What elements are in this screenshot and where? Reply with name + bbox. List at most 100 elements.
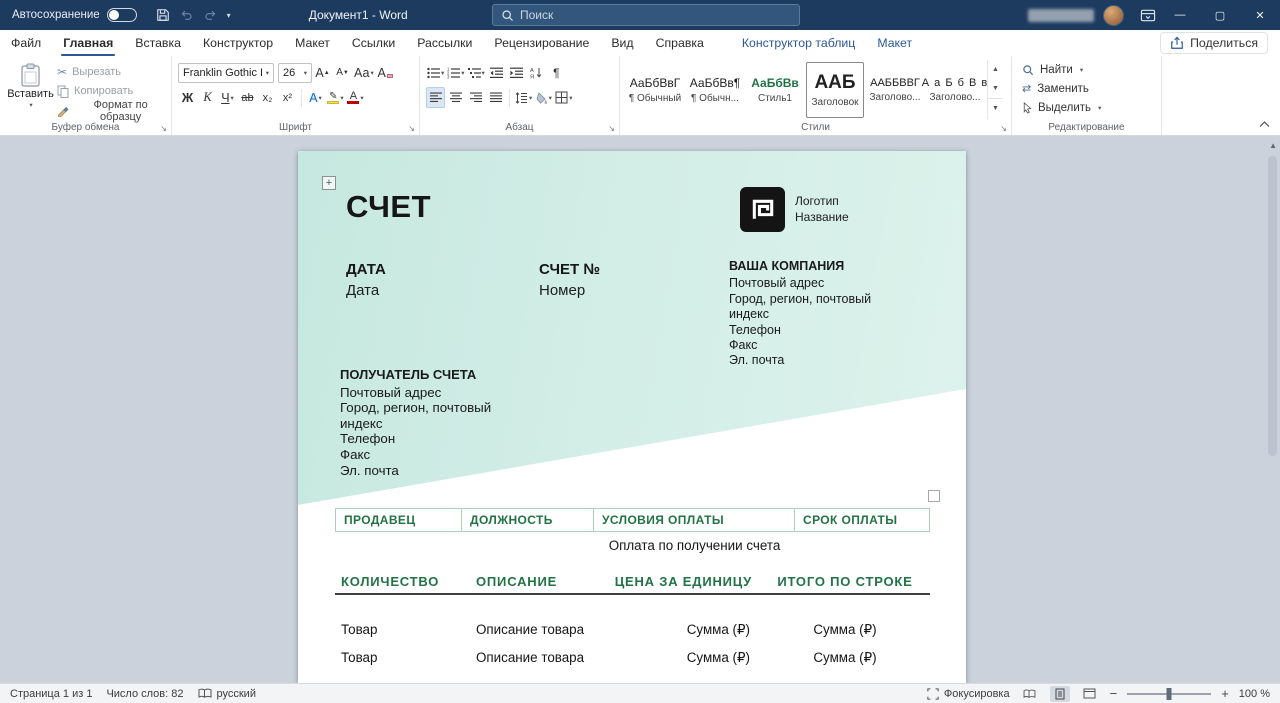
font-color-button[interactable]: А▾ <box>346 87 365 108</box>
styles-more-button[interactable]: ▼ <box>988 98 1003 117</box>
grow-font-button[interactable]: А▲ <box>313 62 332 83</box>
change-case-button[interactable]: Аа▾ <box>353 62 375 83</box>
show-paragraph-marks-button[interactable]: ¶ <box>547 62 566 83</box>
tab-references[interactable]: Ссылки <box>341 30 406 56</box>
collapse-ribbon-button[interactable] <box>1259 117 1270 131</box>
style-card-style1[interactable]: АаБбВв Стиль1 <box>746 62 804 118</box>
italic-button[interactable]: К <box>198 87 217 108</box>
table-move-handle-icon[interactable]: + <box>322 176 336 190</box>
format-painter-button[interactable]: Формат по образцу <box>57 102 167 119</box>
bullet-list-button[interactable]: ▾ <box>426 62 445 83</box>
scrollbar-up-button[interactable]: ▲ <box>1269 141 1277 150</box>
company-line: Факс <box>729 338 907 353</box>
scrollbar-thumb[interactable] <box>1268 156 1277 456</box>
table-resize-handle[interactable] <box>928 490 940 502</box>
styles-scroll-down-button[interactable]: ▼ <box>988 79 1003 98</box>
style-card-heading-3[interactable]: А а Б б В в Заголово... <box>926 62 984 118</box>
align-left-button[interactable] <box>426 87 445 108</box>
tab-help[interactable]: Справка <box>645 30 715 56</box>
maximize-button[interactable]: ▢ <box>1200 0 1240 30</box>
paragraph-dialog-launcher[interactable]: ↘ <box>608 124 615 133</box>
multilevel-list-button[interactable]: ▾ <box>467 62 486 83</box>
tab-review[interactable]: Рецензирование <box>483 30 600 56</box>
zoom-slider-thumb[interactable] <box>1167 688 1172 700</box>
document-canvas[interactable]: + СЧЕТ Логотип Название ДАТА Дата СЧЕТ №… <box>0 136 1280 683</box>
style-card-heading-selected[interactable]: ААБ Заголовок <box>806 62 864 118</box>
find-button[interactable]: Найти▾ <box>1022 60 1083 79</box>
focus-mode-button[interactable]: Фокусировка <box>927 688 1010 700</box>
web-layout-button[interactable] <box>1080 686 1100 702</box>
font-dialog-launcher[interactable]: ↘ <box>408 124 415 133</box>
zoom-slider[interactable] <box>1127 693 1211 695</box>
highlight-button[interactable]: ✎▾ <box>326 87 345 108</box>
increase-indent-button[interactable] <box>507 62 526 83</box>
sort-button[interactable]: АЯ <box>527 62 546 83</box>
minimize-button[interactable]: — <box>1160 0 1200 30</box>
tab-design[interactable]: Конструктор <box>192 30 284 56</box>
decrease-indent-button[interactable] <box>487 62 506 83</box>
justify-button[interactable] <box>486 87 505 108</box>
borders-button[interactable]: ▾ <box>554 87 573 108</box>
shading-button[interactable]: ▾ <box>534 87 553 108</box>
ribbon-display-options-button[interactable] <box>1136 3 1160 27</box>
save-button[interactable] <box>151 3 175 27</box>
replace-button[interactable]: ⇄ Заменить <box>1022 79 1089 98</box>
word-count[interactable]: Число слов: 82 <box>106 688 183 700</box>
zoom-level[interactable]: 100 % <box>1239 688 1270 700</box>
text-effects-button[interactable]: А▾ <box>306 87 325 108</box>
superscript-button[interactable]: x² <box>278 87 297 108</box>
bold-button[interactable]: Ж <box>178 87 197 108</box>
align-center-button[interactable] <box>446 87 465 108</box>
tab-insert[interactable]: Вставка <box>124 30 192 56</box>
clipboard-dialog-launcher[interactable]: ↘ <box>160 124 167 133</box>
autosave-toggle[interactable] <box>107 8 137 22</box>
copy-button[interactable]: Копировать <box>57 83 167 99</box>
select-button[interactable]: Выделить▾ <box>1022 98 1101 117</box>
tab-view[interactable]: Вид <box>600 30 644 56</box>
tab-table-design[interactable]: Конструктор таблиц <box>731 30 866 56</box>
style-card-heading-2[interactable]: ААББВВГ Заголово... <box>866 62 924 118</box>
tab-file[interactable]: Файл <box>0 30 52 56</box>
clear-formatting-button[interactable]: А <box>376 62 395 83</box>
font-name-combobox[interactable]: Franklin Gothic I ▾ <box>178 63 274 83</box>
cut-button[interactable]: ✂ Вырезать <box>57 64 167 80</box>
line-spacing-button[interactable]: ▾ <box>514 87 533 108</box>
align-right-button[interactable] <box>466 87 485 108</box>
font-size-combobox[interactable]: 26 ▾ <box>278 63 312 83</box>
style-card-normal[interactable]: АаБбВвГ ¶ Обычный <box>626 62 684 118</box>
close-button[interactable]: ✕ <box>1240 0 1280 30</box>
billto-line: Факс <box>340 447 518 463</box>
share-button[interactable]: Поделиться <box>1160 32 1268 54</box>
find-label: Найти <box>1040 64 1073 76</box>
proofing-status[interactable]: русский <box>198 688 256 700</box>
billto-line: Город, регион, почтовый индекс <box>340 400 518 431</box>
tab-home[interactable]: Главная <box>52 30 124 56</box>
tab-table-layout[interactable]: Макет <box>866 30 923 56</box>
tab-mailings[interactable]: Рассылки <box>406 30 483 56</box>
numbered-list-button[interactable]: 123▾ <box>446 62 465 83</box>
search-box[interactable] <box>492 4 800 26</box>
shrink-font-button[interactable]: А▼ <box>333 62 352 83</box>
page[interactable]: + СЧЕТ Логотип Название ДАТА Дата СЧЕТ №… <box>298 151 966 683</box>
print-layout-button[interactable] <box>1050 686 1070 702</box>
styles-scroll-up-button[interactable]: ▲ <box>988 60 1003 79</box>
underline-button[interactable]: Ч▾ <box>218 87 237 108</box>
avatar[interactable] <box>1103 5 1124 26</box>
redo-button[interactable] <box>199 3 223 27</box>
read-mode-button[interactable] <box>1020 686 1040 702</box>
subscript-button[interactable]: x₂ <box>258 87 277 108</box>
strikethrough-button[interactable]: ab <box>238 87 257 108</box>
tab-layout[interactable]: Макет <box>284 30 341 56</box>
style-card-normal-2[interactable]: АаБбВв¶ ¶ Обычн... <box>686 62 744 118</box>
replace-icon: ⇄ <box>1022 82 1031 95</box>
page-indicator[interactable]: Страница 1 из 1 <box>10 688 92 700</box>
items-header-description: ОПИСАНИЕ <box>470 571 600 589</box>
styles-dialog-launcher[interactable]: ↘ <box>1000 124 1007 133</box>
zoom-out-button[interactable]: − <box>1110 686 1118 701</box>
zoom-in-button[interactable]: + <box>1221 686 1229 701</box>
search-input[interactable] <box>520 8 791 22</box>
paste-button[interactable]: Вставить ▾ <box>6 60 55 119</box>
user-name-redacted[interactable] <box>1028 9 1094 22</box>
quick-access-chevron-icon[interactable]: ▾ <box>227 11 231 20</box>
undo-button[interactable] <box>175 3 199 27</box>
